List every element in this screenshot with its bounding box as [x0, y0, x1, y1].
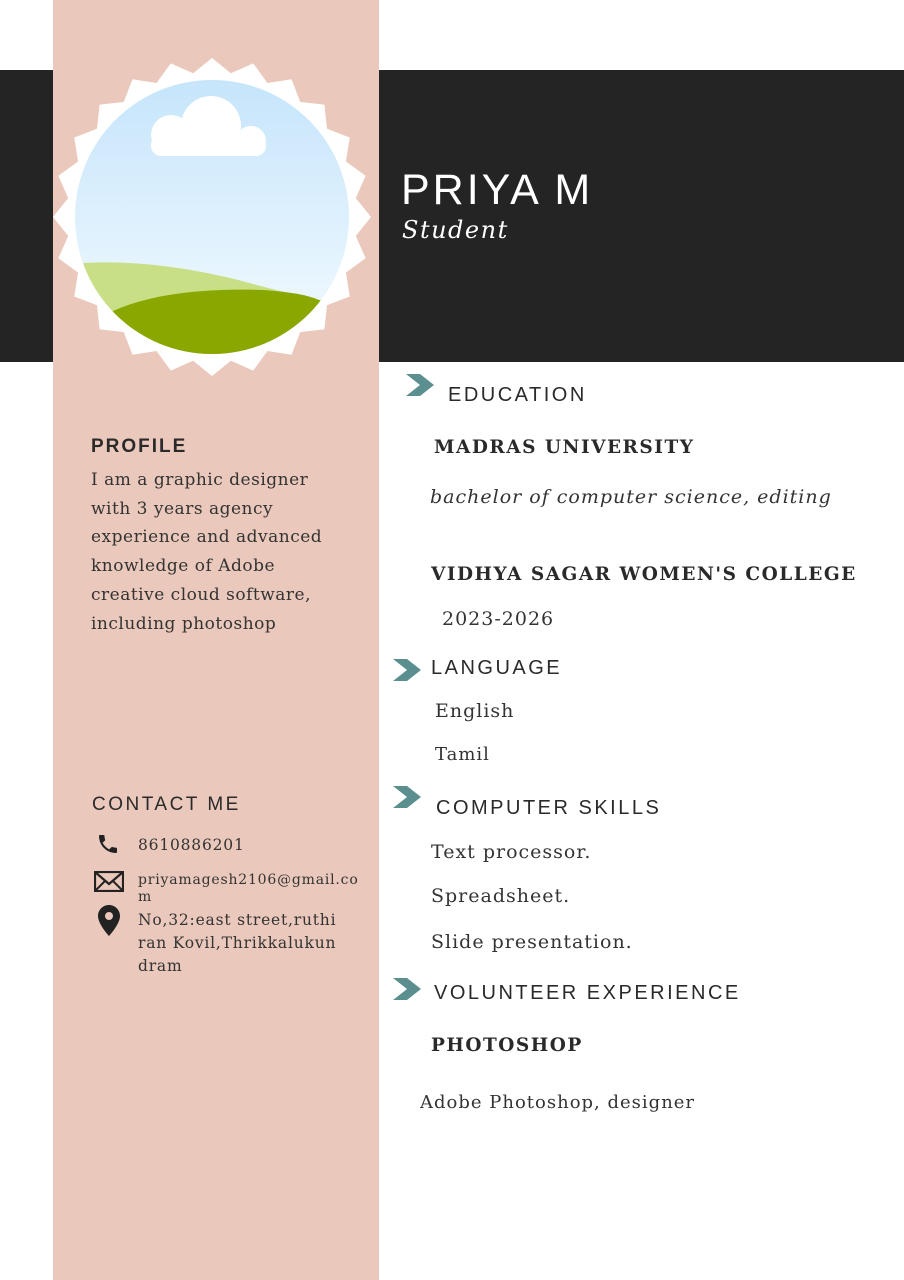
person-role: Student [402, 216, 509, 244]
chevron-right-icon [393, 978, 421, 1000]
language-item: Tamil [435, 744, 490, 765]
education-institution: VIDHYA SAGAR WOMEN'S COLLEGE [431, 564, 857, 585]
skill-item: Spreadsheet. [431, 885, 571, 907]
address: No,32:east street,ruthiran Kovil,Thrikka… [138, 911, 337, 975]
profile-photo-placeholder [53, 58, 371, 376]
map-pin-icon [98, 905, 120, 936]
education-institution: MADRAS UNIVERSITY [434, 437, 695, 458]
envelope-icon [94, 871, 124, 892]
volunteer-heading: VOLUNTEER EXPERIENCE [434, 982, 741, 1004]
education-heading: EDUCATION [448, 384, 587, 406]
phone-number[interactable]: 8610886201 [138, 834, 245, 857]
phone-icon [99, 835, 117, 853]
language-item: English [435, 700, 515, 722]
contact-heading: CONTACT ME [92, 794, 241, 815]
language-heading: LANGUAGE [431, 657, 563, 679]
profile-text: I am a graphic designer with 3 years age… [91, 470, 323, 634]
skill-item: Slide presentation. [431, 931, 633, 953]
chevron-right-icon [406, 374, 434, 396]
education-years: 2023-2026 [442, 608, 555, 630]
volunteer-title: PHOTOSHOP [431, 1035, 583, 1056]
skills-heading: COMPUTER SKILLS [436, 797, 662, 819]
person-name: PRIYA M [401, 166, 594, 214]
volunteer-detail: Adobe Photoshop, designer [420, 1092, 696, 1113]
chevron-right-icon [393, 786, 421, 808]
profile-heading: PROFILE [91, 436, 188, 457]
skill-item: Text processor. [431, 841, 592, 863]
education-detail: bachelor of computer science, editing [430, 486, 832, 508]
email-address[interactable]: priyamagesh2106@gmail.com [138, 872, 366, 906]
chevron-right-icon [393, 659, 421, 681]
